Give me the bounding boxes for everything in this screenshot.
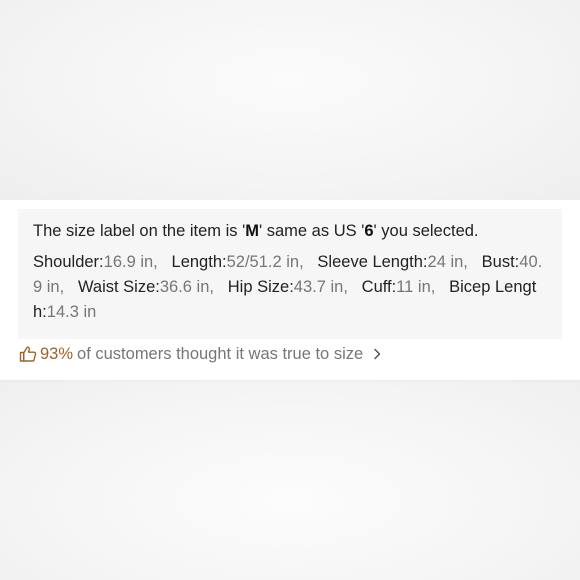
measurement-shoulder: Shoulder:16.9 in,: [33, 253, 158, 271]
measurement-label: Shoulder:: [33, 253, 104, 271]
measurements: Shoulder:16.9 in, Length:52/51.2 in, Sle…: [33, 250, 546, 325]
headline-suffix: ' you selected.: [373, 222, 479, 240]
size-info-box: The size label on the item is 'M' same a…: [18, 209, 562, 339]
measurement-hip-size: Hip Size:43.7 in,: [228, 278, 348, 296]
true-to-size-text: of customers thought it was true to size: [77, 344, 364, 363]
true-to-size-link[interactable]: 93% of customers thought it was true to …: [19, 342, 383, 366]
measurement-value: 14.3 in: [46, 303, 97, 321]
measurement-label: Hip Size:: [227, 278, 294, 296]
headline-middle: ' same as US ': [259, 222, 365, 240]
measurement-sleeve-length: Sleeve Length:24 in,: [317, 253, 467, 271]
size-label: M: [245, 222, 260, 240]
measurement-value: 16.9 in,: [103, 253, 158, 271]
measurement-label: Cuff:: [361, 278, 397, 296]
measurement-value: 36.6 in,: [159, 278, 214, 296]
measurement-value: 43.7 in,: [293, 278, 348, 296]
measurement-value: 24 in,: [427, 253, 468, 271]
chevron-right-icon: [371, 347, 383, 361]
us-size: 6: [364, 222, 374, 240]
measurement-label: Waist Size:: [77, 278, 160, 296]
measurement-length: Length:52/51.2 in,: [172, 253, 304, 271]
thumbs-up-icon: [19, 345, 37, 363]
background-bottom: [0, 380, 580, 580]
measurement-label: Sleeve Length:: [317, 253, 428, 271]
headline-prefix: The size label on the item is ': [33, 222, 246, 240]
measurement-label: Bust:: [481, 253, 520, 271]
background-top: [0, 0, 580, 200]
measurement-cuff: Cuff:11 in,: [362, 278, 436, 296]
true-to-size-percent: 93%: [40, 344, 74, 363]
size-info-card: The size label on the item is 'M' same a…: [0, 200, 580, 380]
measurement-label: Length:: [171, 253, 227, 271]
measurement-value: 11 in,: [396, 278, 436, 296]
measurement-value: 52/51.2 in,: [226, 253, 304, 271]
size-headline: The size label on the item is 'M' same a…: [33, 219, 546, 243]
measurement-waist-size: Waist Size:36.6 in,: [78, 278, 214, 296]
